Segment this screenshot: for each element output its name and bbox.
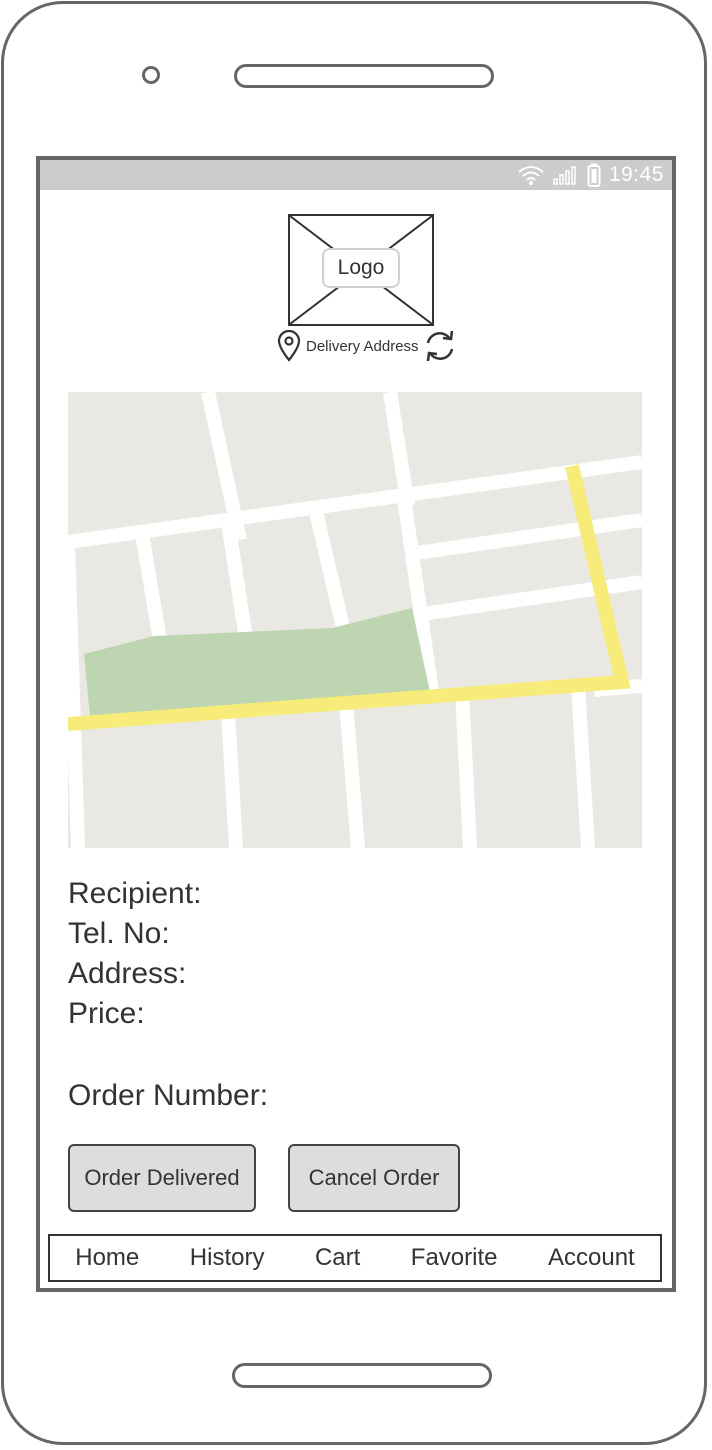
logo-placeholder: Logo (288, 214, 434, 326)
home-key[interactable] (232, 1363, 492, 1388)
status-bar: 19:45 (40, 160, 672, 190)
delivery-address-row[interactable]: Delivery Address (276, 328, 457, 364)
recipient-label: Recipient: (68, 877, 202, 910)
order-delivered-button[interactable]: Order Delivered (68, 1144, 256, 1212)
nav-cart[interactable]: Cart (311, 1244, 364, 1272)
speaker-grille (234, 64, 494, 88)
map-view[interactable] (68, 392, 642, 848)
delivery-address-label: Delivery Address (306, 337, 419, 355)
tel-label: Tel. No: (68, 917, 170, 950)
nav-favorite[interactable]: Favorite (407, 1244, 502, 1272)
signal-icon (553, 166, 576, 185)
screen: 19:45 Logo Delivery Address Recipient: T… (36, 156, 676, 1292)
refresh-icon[interactable] (423, 330, 457, 362)
order-details: Recipient: Tel. No: Address: Price: Orde… (68, 874, 268, 1116)
nav-history[interactable]: History (186, 1244, 269, 1272)
order-number-label: Order Number: (68, 1079, 269, 1112)
battery-icon (587, 163, 601, 187)
location-pin-icon (277, 330, 301, 362)
camera-icon (142, 66, 160, 84)
address-label: Address: (68, 957, 187, 990)
nav-account[interactable]: Account (544, 1244, 639, 1272)
status-time: 19:45 (608, 163, 664, 186)
cancel-order-button[interactable]: Cancel Order (288, 1144, 460, 1212)
logo-label: Logo (322, 248, 400, 288)
bottom-nav: Home History Cart Favorite Account (48, 1234, 662, 1282)
nav-home[interactable]: Home (71, 1244, 143, 1272)
wifi-icon (518, 166, 544, 185)
price-label: Price: (68, 997, 145, 1030)
